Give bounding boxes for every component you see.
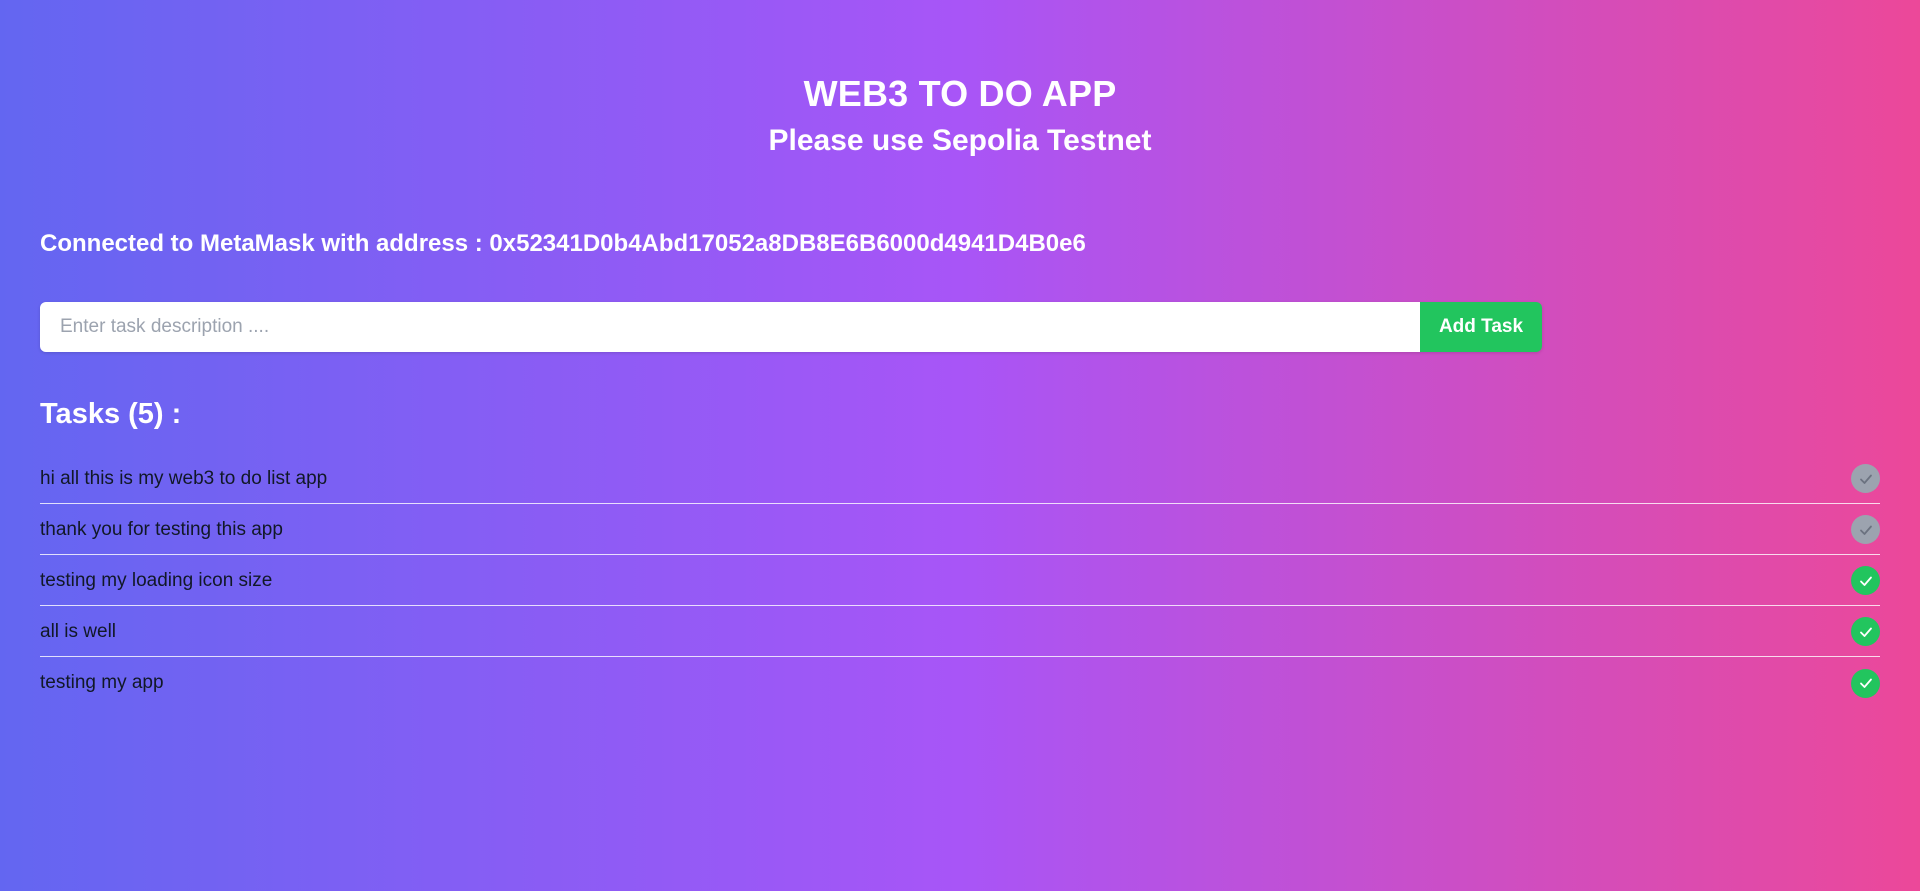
task-list: hi all this is my web3 to do list app th…: [40, 454, 1880, 709]
network-subtitle: Please use Sepolia Testnet: [768, 124, 1152, 157]
task-text: hi all this is my web3 to do list app: [40, 467, 328, 489]
check-circle-icon[interactable]: [1851, 617, 1880, 646]
wallet-connection-status: Connected to MetaMask with address : 0x5…: [40, 230, 1086, 257]
add-task-form: Add Task: [40, 302, 1542, 352]
task-text: thank you for testing this app: [40, 518, 283, 540]
tasks-heading: Tasks (5) :: [40, 398, 182, 430]
task-list-item: all is well: [40, 607, 1880, 657]
app-header: WEB3 TO DO APP Please use Sepolia Testne…: [40, 72, 1880, 160]
task-list-item: testing my loading icon size: [40, 556, 1880, 606]
task-text: all is well: [40, 620, 117, 642]
add-task-button[interactable]: Add Task: [1420, 302, 1542, 352]
task-list-item: hi all this is my web3 to do list app: [40, 454, 1880, 504]
task-description-input[interactable]: [40, 302, 1420, 352]
page-title: WEB3 TO DO APP: [803, 73, 1117, 114]
check-circle-icon[interactable]: [1851, 464, 1880, 493]
task-list-item: testing my app: [40, 658, 1880, 708]
task-text: testing my app: [40, 672, 164, 693]
task-text: testing my loading icon size: [40, 569, 273, 591]
app-page: WEB3 TO DO APP Please use Sepolia Testne…: [40, 0, 1880, 891]
check-circle-icon[interactable]: [1851, 515, 1880, 544]
check-circle-icon[interactable]: [1851, 668, 1880, 698]
check-circle-icon[interactable]: [1851, 566, 1880, 595]
task-list-item: thank you for testing this app: [40, 505, 1880, 555]
